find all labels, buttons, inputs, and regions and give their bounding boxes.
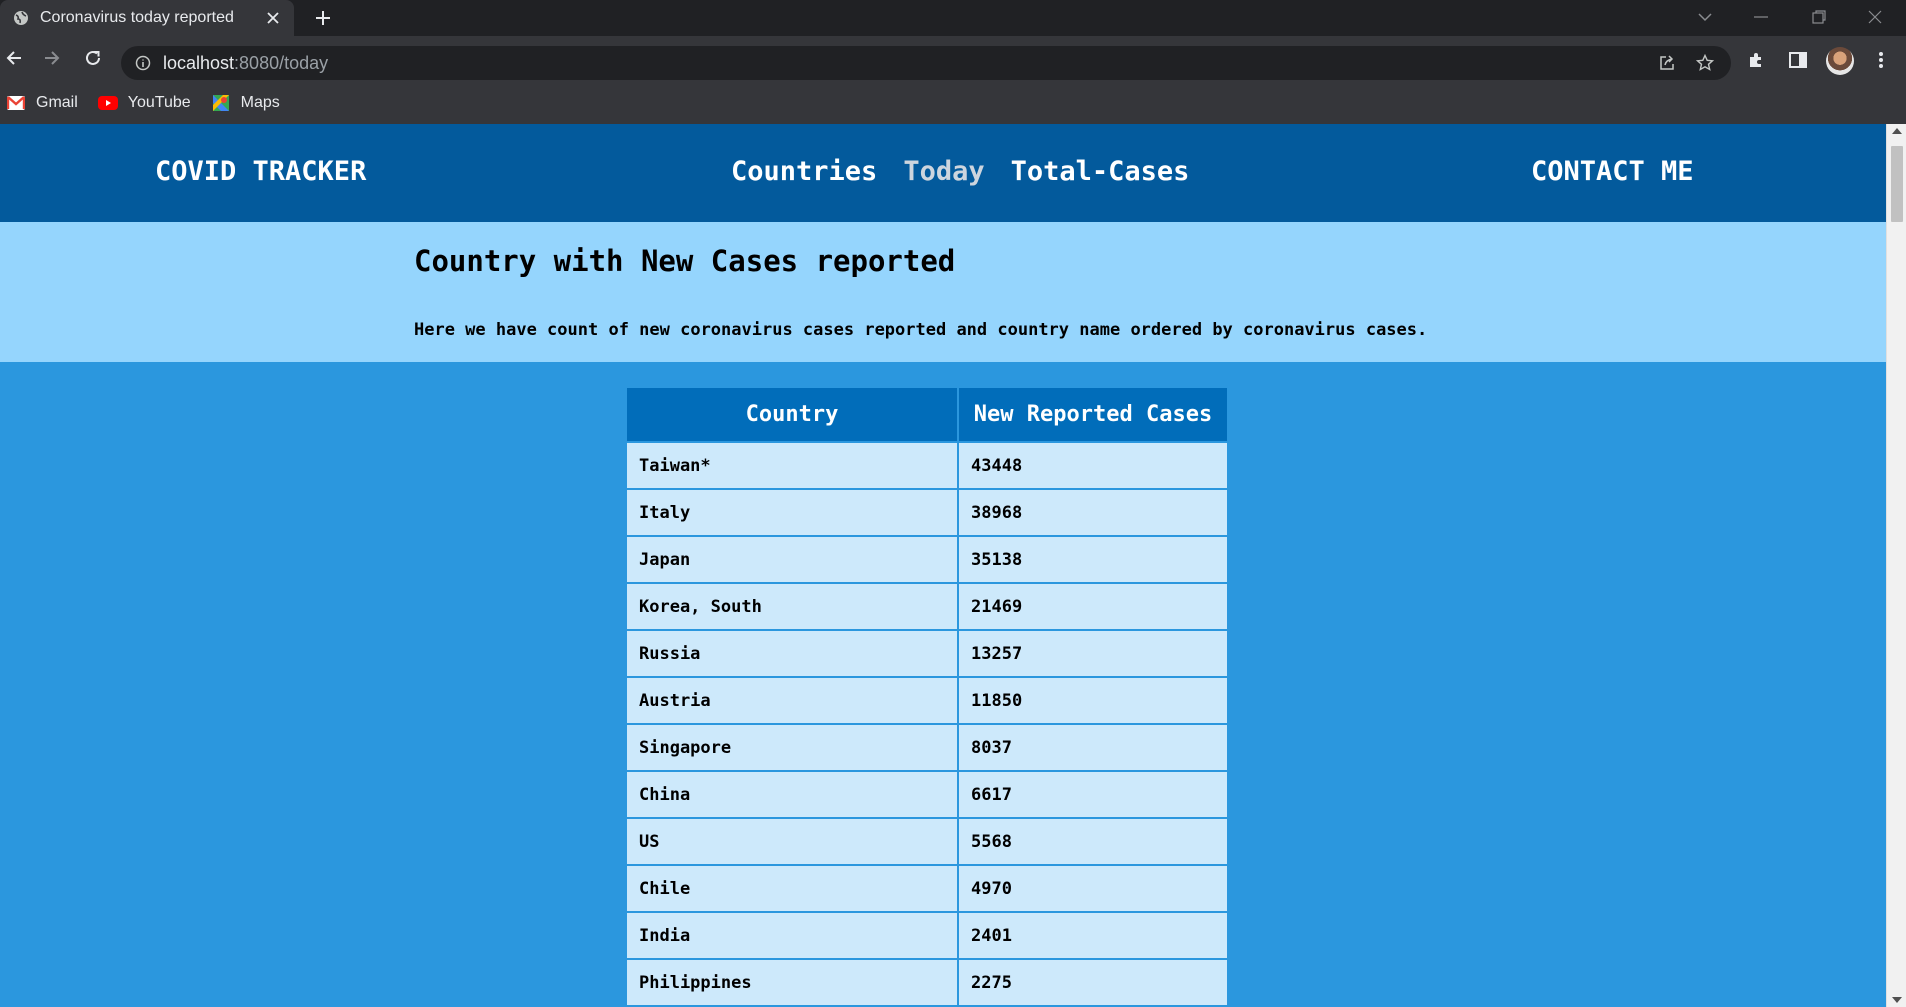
page-scrollbar[interactable] xyxy=(1886,124,1906,1007)
country-cell: Italy xyxy=(625,488,959,537)
forward-icon[interactable] xyxy=(38,44,66,72)
bookmark-label: Maps xyxy=(240,94,280,111)
bookmark-maps[interactable]: Maps xyxy=(211,94,280,112)
table-row: Korea, South 21469 xyxy=(625,582,1229,631)
table-row: US 5568 xyxy=(625,817,1229,866)
nav-link-countries[interactable]: Countries xyxy=(731,156,877,187)
new-cases-cell: 8037 xyxy=(957,723,1229,772)
column-header-country: Country xyxy=(625,386,959,443)
new-cases-cell: 11850 xyxy=(957,676,1229,725)
table-body: Taiwan* 43448 Italy 38968 Japan 35138 Korea, S… xyxy=(625,441,1229,1007)
country-cell: Taiwan* xyxy=(625,441,959,490)
country-cell: Japan xyxy=(625,535,959,584)
bookmark-label: Gmail xyxy=(36,94,78,111)
back-icon[interactable] xyxy=(0,44,28,72)
table-header-row: Country New Reported Cases xyxy=(625,386,1229,443)
table-row: Japan 35138 xyxy=(625,535,1229,584)
site-info-icon[interactable] xyxy=(134,54,152,72)
new-cases-cell: 43448 xyxy=(957,441,1229,490)
country-cell: Korea, South xyxy=(625,582,959,631)
scrollbar-thumb[interactable] xyxy=(1891,146,1903,222)
table-row: Philippines 2275 xyxy=(625,958,1229,1007)
maps-icon xyxy=(211,95,231,111)
column-header-new-cases: New Reported Cases xyxy=(957,386,1229,443)
browser-tab-strip: Coronavirus today reported xyxy=(0,0,1906,36)
new-cases-cell: 5568 xyxy=(957,817,1229,866)
bookmark-star-icon[interactable] xyxy=(1695,53,1715,73)
new-cases-cell: 13257 xyxy=(957,629,1229,678)
country-cell: Singapore xyxy=(625,723,959,772)
contact-link[interactable]: CONTACT ME xyxy=(1531,156,1694,187)
minimize-icon[interactable] xyxy=(1738,4,1784,30)
table-row: China 6617 xyxy=(625,770,1229,819)
new-cases-cell: 38968 xyxy=(957,488,1229,537)
bookmark-gmail[interactable]: Gmail xyxy=(6,94,78,112)
country-cell: India xyxy=(625,911,959,960)
country-cell: Chile xyxy=(625,864,959,913)
address-bar[interactable]: localhost:8080/today xyxy=(121,46,1731,80)
country-cell: US xyxy=(625,817,959,866)
new-cases-cell: 35138 xyxy=(957,535,1229,584)
table-row: Taiwan* 43448 xyxy=(625,441,1229,490)
share-icon[interactable] xyxy=(1657,53,1677,73)
bookmark-youtube[interactable]: YouTube xyxy=(97,94,191,112)
page-viewport: COVID TRACKER Countries Today Total-Case… xyxy=(0,124,1886,1007)
new-cases-cell: 21469 xyxy=(957,582,1229,631)
globe-icon xyxy=(12,9,30,27)
browser-toolbar: localhost:8080/today Gmail YouTube Maps xyxy=(0,36,1906,124)
table-row: Russia 13257 xyxy=(625,629,1229,678)
table-row: Italy 38968 xyxy=(625,488,1229,537)
site-brand[interactable]: COVID TRACKER xyxy=(155,156,366,187)
gmail-icon xyxy=(6,95,26,111)
close-tab-icon[interactable] xyxy=(264,9,282,27)
tab-title: Coronavirus today reported xyxy=(40,9,234,26)
scroll-down-arrow-icon[interactable] xyxy=(1892,997,1902,1003)
tab-search-icon[interactable] xyxy=(1682,4,1728,30)
close-window-icon[interactable] xyxy=(1852,4,1898,30)
side-panel-icon[interactable] xyxy=(1787,49,1809,71)
country-cell: China xyxy=(625,770,959,819)
intro-section: Country with New Cases reported Here we … xyxy=(0,222,1886,362)
site-navbar: COVID TRACKER Countries Today Total-Case… xyxy=(0,124,1886,222)
extensions-icon[interactable] xyxy=(1745,49,1767,71)
new-cases-cell: 6617 xyxy=(957,770,1229,819)
main-nav: Countries Today Total-Cases xyxy=(731,156,1215,187)
new-tab-icon[interactable] xyxy=(310,6,336,30)
url-text: localhost:8080/today xyxy=(163,53,329,73)
profile-avatar[interactable] xyxy=(1826,47,1854,75)
country-cell: Russia xyxy=(625,629,959,678)
youtube-icon xyxy=(97,95,118,111)
nav-link-total-cases[interactable]: Total-Cases xyxy=(1011,156,1190,187)
bookmark-label: YouTube xyxy=(127,94,191,111)
table-row: Chile 4970 xyxy=(625,864,1229,913)
nav-link-today[interactable]: Today xyxy=(903,156,984,187)
country-cell: Philippines xyxy=(625,958,959,1007)
reload-icon[interactable] xyxy=(79,44,107,72)
table-row: Singapore 8037 xyxy=(625,723,1229,772)
new-cases-cell: 2401 xyxy=(957,911,1229,960)
country-cell: Austria xyxy=(625,676,959,725)
new-cases-cell: 2275 xyxy=(957,958,1229,1007)
bookmarks-bar: Gmail YouTube Maps xyxy=(0,88,294,118)
table-row: India 2401 xyxy=(625,911,1229,960)
table-row: Austria 11850 xyxy=(625,676,1229,725)
page-description: Here we have count of new coronavirus ca… xyxy=(414,320,1428,340)
menu-kebab-icon[interactable] xyxy=(1870,49,1892,71)
page-title: Country with New Cases reported xyxy=(414,244,956,278)
scroll-up-arrow-icon[interactable] xyxy=(1892,128,1902,134)
new-cases-table: Country New Reported Cases Taiwan* 43448 I… xyxy=(625,386,1229,1007)
restore-icon[interactable] xyxy=(1796,4,1842,30)
new-cases-cell: 4970 xyxy=(957,864,1229,913)
browser-tab[interactable]: Coronavirus today reported xyxy=(0,0,294,36)
